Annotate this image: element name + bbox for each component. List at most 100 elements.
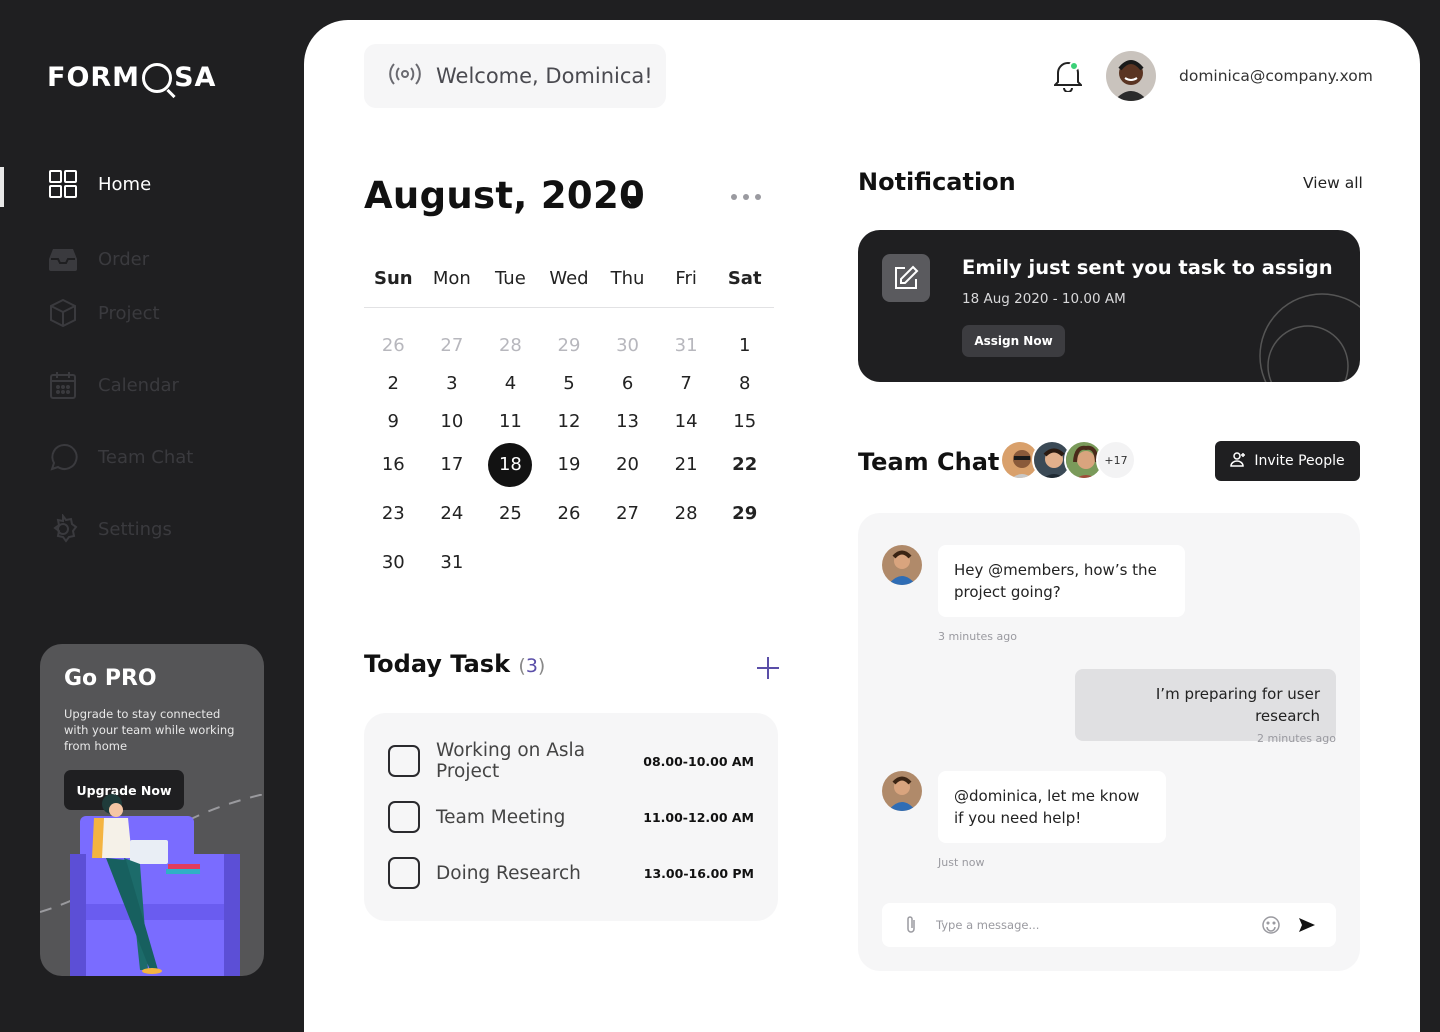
calendar-day[interactable]: 28 (657, 489, 716, 538)
sidebar-item-label: Home (98, 173, 152, 195)
emoji-icon[interactable] (1260, 914, 1282, 936)
notification-title: Notification (858, 168, 1016, 196)
calendar-day[interactable]: 3 (423, 364, 482, 402)
inbox-icon (48, 244, 78, 274)
sidebar-item-label: Project (98, 302, 160, 324)
calendar-day[interactable]: 31 (423, 538, 482, 587)
notification-date: 18 Aug 2020 - 10.00 AM (962, 291, 1126, 307)
message-composer (882, 903, 1336, 947)
main-panel: Welcome, Dominica! dominica@company.xom … (304, 20, 1420, 1032)
invite-people-button[interactable]: Invite People (1215, 441, 1360, 481)
welcome-text: Welcome, Dominica! (436, 64, 653, 88)
task-item: Working on Asla Project 08.00-10.00 AM (388, 740, 754, 782)
sidebar-item-label: Team Chat (98, 446, 194, 468)
sender-avatar (882, 771, 922, 811)
calendar-day[interactable]: 25 (481, 489, 540, 538)
weekday-label: Wed (549, 268, 589, 289)
calendar-day[interactable]: 7 (657, 364, 716, 402)
calendar-day[interactable]: 29 (715, 489, 774, 538)
calendar-day[interactable]: 26 (540, 489, 599, 538)
task-time: 13.00-16.00 PM (643, 865, 754, 881)
weekday-label: Sat (727, 268, 762, 289)
logo-text-left: FORM (47, 62, 141, 93)
calendar-day[interactable]: 5 (540, 364, 599, 402)
chat-message: @dominica, let me know if you need help! (938, 771, 1166, 843)
logo[interactable]: FORM SA (47, 62, 216, 93)
calendar-day[interactable]: 26 (364, 308, 423, 364)
task-checkbox[interactable] (388, 801, 420, 833)
task-checkbox[interactable] (388, 745, 420, 777)
calendar-day[interactable]: 15 (715, 402, 774, 440)
active-nav-indicator (0, 167, 4, 207)
calendar-day[interactable]: 31 (657, 308, 716, 364)
today-task-label: Today Task (364, 650, 511, 678)
calendar-day[interactable]: 22 (715, 440, 774, 489)
calendar-day[interactable]: 4 (481, 364, 540, 402)
invite-people-label: Invite People (1254, 453, 1345, 469)
sidebar-item-team-chat[interactable]: Team Chat (48, 442, 193, 472)
sidebar-item-project[interactable]: Project (48, 298, 160, 328)
task-checkbox[interactable] (388, 857, 420, 889)
month-dropdown-icon[interactable] (624, 192, 642, 206)
task-count-number: 3 (525, 655, 538, 677)
grid-icon (48, 169, 78, 199)
calendar-day[interactable]: 14 (657, 402, 716, 440)
calendar-day[interactable]: 17 (423, 440, 482, 489)
send-icon[interactable] (1296, 914, 1318, 936)
task-list: Working on Asla Project 08.00-10.00 AM T… (364, 713, 778, 921)
calendar-day[interactable]: 27 (423, 308, 482, 364)
calendar-day[interactable]: 9 (364, 402, 423, 440)
sidebar-item-order[interactable]: Order (48, 244, 149, 274)
calendar-day[interactable]: 8 (715, 364, 774, 402)
calendar-day[interactable]: 30 (364, 538, 423, 587)
task-count: (3) (518, 655, 546, 677)
calendar-day[interactable]: 30 (598, 308, 657, 364)
calendar-day[interactable]: 24 (423, 489, 482, 538)
user-avatar[interactable] (1106, 51, 1156, 101)
calendar-weekday-row: Sun Mon Tue Wed Thu Fri Sat (364, 266, 774, 308)
user-email[interactable]: dominica@company.xom (1179, 67, 1373, 85)
notification-bell-icon[interactable] (1052, 58, 1084, 93)
calendar-month-title: August, 2020 (364, 174, 646, 217)
calendar-day[interactable]: 19 (540, 440, 599, 489)
calendar-day[interactable]: 21 (657, 440, 716, 489)
message-input[interactable] (936, 918, 1246, 932)
calendar-day[interactable]: 12 (540, 402, 599, 440)
attachment-icon[interactable] (900, 914, 922, 936)
calendar-more-icon[interactable] (724, 188, 768, 206)
calendar-day[interactable]: 6 (598, 364, 657, 402)
calendar-day[interactable]: 13 (598, 402, 657, 440)
chat-message: Hey @members, how’s the project going? (938, 545, 1185, 617)
calendar-day[interactable]: 2 (364, 364, 423, 402)
message-time: 3 minutes ago (938, 630, 1017, 643)
calendar-day[interactable]: 20 (598, 440, 657, 489)
calendar-day[interactable]: 27 (598, 489, 657, 538)
empty-day-cell (540, 538, 599, 587)
assign-now-button[interactable]: Assign Now (962, 325, 1065, 357)
calendar-day[interactable]: 18 (481, 440, 540, 489)
sidebar-item-calendar[interactable]: Calendar (48, 370, 179, 400)
calendar-day[interactable]: 28 (481, 308, 540, 364)
team-members[interactable]: +17 (1000, 440, 1136, 480)
calendar-grid: Sun Mon Tue Wed Thu Fri Sat 26 27 28 29 30 31 1 2 3 4 5 6… (364, 266, 774, 587)
today-task-title: Today Task (3) (364, 650, 545, 678)
edit-icon (882, 254, 930, 302)
team-chat-title: Team Chat (858, 448, 1000, 476)
calendar-icon (48, 370, 78, 400)
view-all-link[interactable]: View all (1303, 174, 1363, 192)
calendar-day[interactable]: 29 (540, 308, 599, 364)
chat-panel: Hey @members, how’s the project going? 3… (858, 513, 1360, 971)
calendar-day[interactable]: 10 (423, 402, 482, 440)
sidebar-item-settings[interactable]: Settings (48, 514, 172, 544)
calendar-day[interactable]: 23 (364, 489, 423, 538)
add-task-icon[interactable] (754, 654, 782, 682)
sidebar-item-home[interactable]: Home (48, 169, 151, 199)
calendar-day[interactable]: 1 (715, 308, 774, 364)
calendar-day[interactable]: 11 (481, 402, 540, 440)
message-time: Just now (938, 856, 985, 869)
selected-day: 18 (488, 442, 533, 487)
task-name: Doing Research (436, 862, 581, 884)
working-from-home-illustration (40, 794, 264, 976)
calendar-day[interactable]: 16 (364, 440, 423, 489)
logo-search-icon (142, 62, 173, 93)
